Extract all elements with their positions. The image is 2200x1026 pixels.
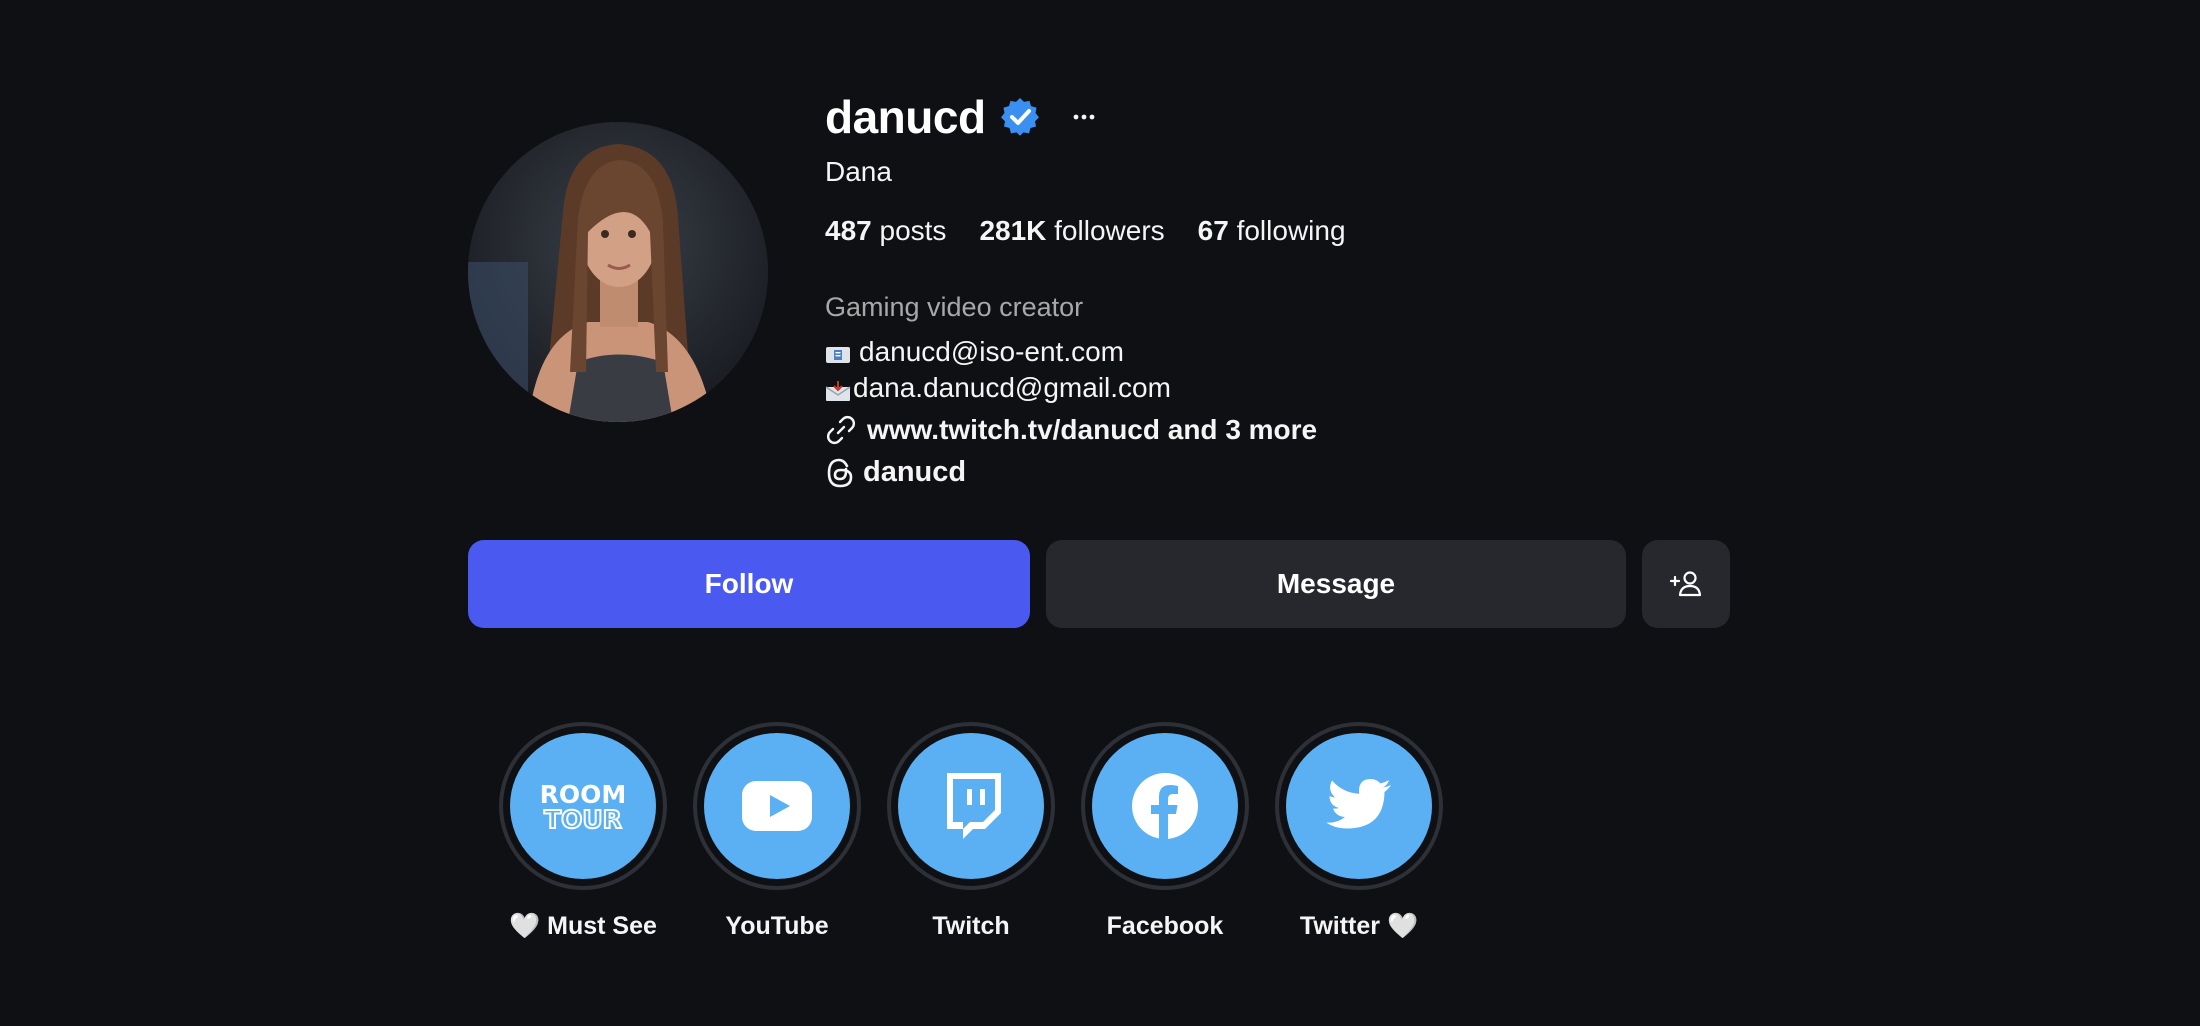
highlight-youtube[interactable]: YouTube <box>692 722 862 941</box>
highlight-ring <box>693 722 861 890</box>
bio-gmail-text: dana.danucd@gmail.com <box>853 372 1171 403</box>
threads-link[interactable]: danucd <box>825 456 966 489</box>
youtube-icon <box>704 733 850 879</box>
svg-text:TOUR: TOUR <box>544 805 622 834</box>
highlight-twitter[interactable]: Twitter 🤍 <box>1274 722 1444 941</box>
bio-line-email: danucd@iso-ent.com <box>825 336 1124 368</box>
highlight-label: YouTube <box>725 912 829 940</box>
highlight-label: Twitch <box>932 912 1010 940</box>
highlight-label: Facebook <box>1106 912 1224 940</box>
highlight-label: Twitter 🤍 <box>1299 912 1419 940</box>
highlight-ring <box>1081 722 1249 890</box>
envelope-icon <box>825 341 851 363</box>
highlight-label: 🤍 Must See <box>509 912 657 940</box>
threads-icon <box>827 458 853 487</box>
add-person-icon <box>1669 571 1702 597</box>
bio-email-text: danucd@iso-ent.com <box>859 336 1125 367</box>
profile-avatar[interactable] <box>468 122 768 422</box>
posts-stat: 487 posts <box>825 215 947 246</box>
display-name: Dana <box>825 156 892 187</box>
twitter-icon <box>1286 733 1432 879</box>
verified-badge-icon <box>1000 97 1039 136</box>
username: danucd <box>825 91 986 143</box>
follow-button[interactable]: Follow <box>468 540 1030 628</box>
room-tour-icon: ROOM TOUR <box>510 733 656 879</box>
suggested-accounts-button[interactable] <box>1642 540 1730 628</box>
twitch-icon <box>898 733 1044 879</box>
profile-link[interactable]: www.twitch.tv/danucd and 3 more <box>825 414 1317 446</box>
highlight-must-see[interactable]: ROOM TOUR 🤍 Must See <box>498 722 668 941</box>
profile-stats: 487 posts 281K followers 67 following <box>825 215 1379 247</box>
inbox-icon <box>825 377 851 401</box>
highlight-facebook[interactable]: Facebook <box>1080 722 1250 941</box>
message-button[interactable]: Message <box>1046 540 1626 628</box>
facebook-icon <box>1092 733 1238 879</box>
profile-info: danucd Dana 487 posts 281K followers 67 … <box>825 82 1346 488</box>
highlight-ring: ROOM TOUR <box>499 722 667 890</box>
highlight-ring <box>1275 722 1443 890</box>
threads-handle[interactable]: danucd <box>863 456 966 489</box>
bio-line-gmail: dana.danucd@gmail.com <box>825 372 1171 404</box>
more-options-button[interactable] <box>1068 101 1100 133</box>
highlight-twitch[interactable]: Twitch <box>886 722 1056 941</box>
profile-link-text[interactable]: www.twitch.tv/danucd and 3 more <box>867 414 1317 446</box>
ellipsis-icon <box>1073 114 1094 120</box>
following-stat[interactable]: 67 following <box>1198 215 1346 247</box>
link-icon <box>827 416 855 444</box>
highlight-ring <box>887 722 1055 890</box>
profile-page: danucd Dana 487 posts 281K followers 67 … <box>0 0 2200 1026</box>
followers-stat[interactable]: 281K followers <box>979 215 1164 247</box>
username-row: danucd <box>825 82 1100 152</box>
profile-category: Gaming video creator <box>825 292 1084 322</box>
